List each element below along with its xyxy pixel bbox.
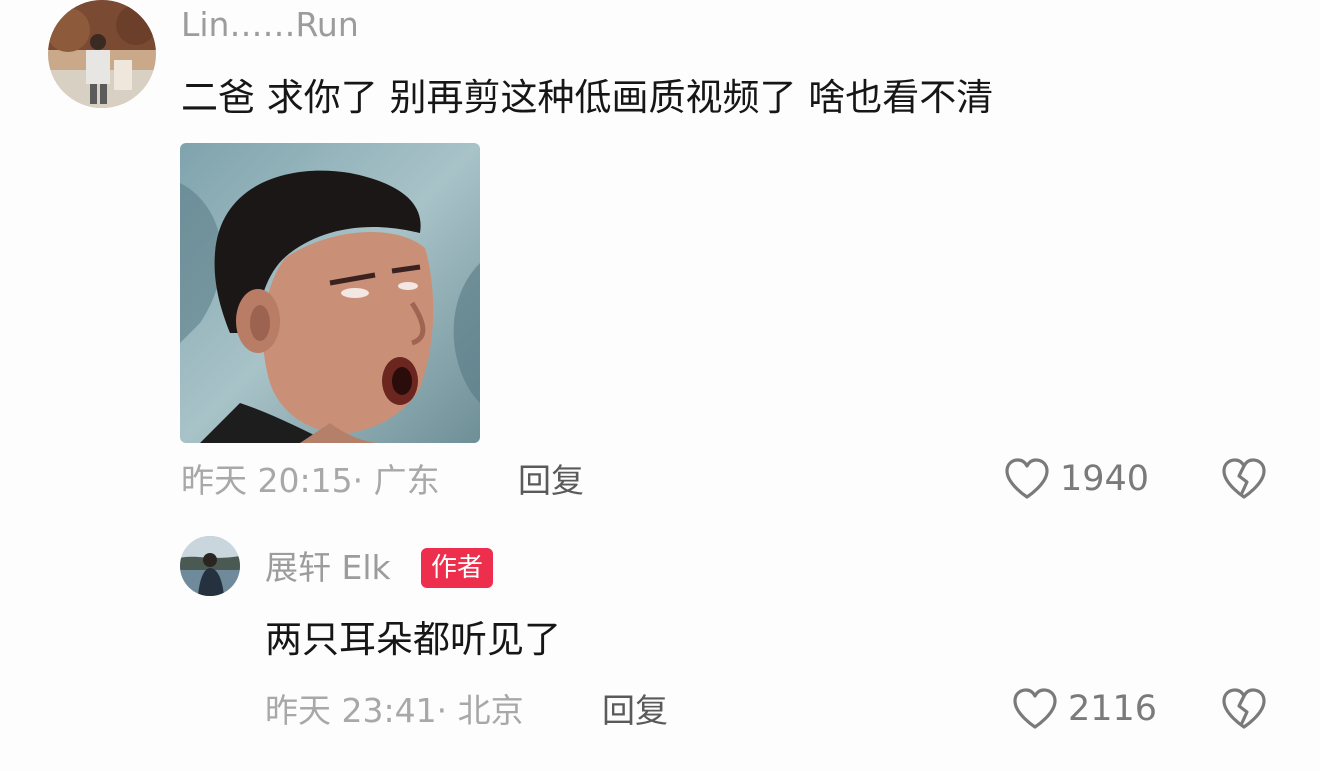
heart-outline-icon	[1013, 688, 1057, 729]
like-button[interactable]: 2116	[1012, 687, 1157, 731]
heart-outline-icon	[1005, 458, 1049, 499]
comment-sticker-image[interactable]	[180, 143, 480, 443]
comment-text: 二爸 求你了 别再剪这种低画质视频了 啥也看不清	[181, 76, 994, 119]
reply-button[interactable]: 回复	[602, 694, 668, 727]
broken-heart-icon	[1222, 458, 1266, 499]
dislike-button[interactable]	[1221, 457, 1267, 505]
like-count: 1940	[1060, 458, 1150, 499]
comment-username[interactable]: Lin……Run	[181, 8, 359, 41]
reply-button[interactable]: 回复	[518, 464, 584, 497]
broken-heart-icon	[1222, 688, 1266, 729]
author-badge: 作者	[421, 548, 494, 588]
comment-thread: Lin……Run 二爸 求你了 别再剪这种低画质视频了 啥也看不清 昨天 20:…	[0, 0, 1320, 771]
reply-text: 两只耳朵都听见了	[265, 618, 561, 661]
sticker-photo	[180, 143, 480, 443]
like-button[interactable]: 1940	[1004, 457, 1149, 501]
avatar-photo	[48, 0, 156, 108]
dislike-button[interactable]	[1221, 687, 1267, 735]
reply-username[interactable]: 展轩 Elk	[265, 551, 391, 584]
user-avatar[interactable]	[48, 0, 156, 108]
comment-timestamp-location: 昨天 20:15· 广东	[181, 461, 440, 500]
avatar-photo	[180, 536, 240, 596]
reply-user-avatar[interactable]	[180, 536, 240, 596]
like-count: 2116	[1068, 688, 1158, 729]
reply-timestamp-location: 昨天 23:41· 北京	[265, 691, 524, 730]
